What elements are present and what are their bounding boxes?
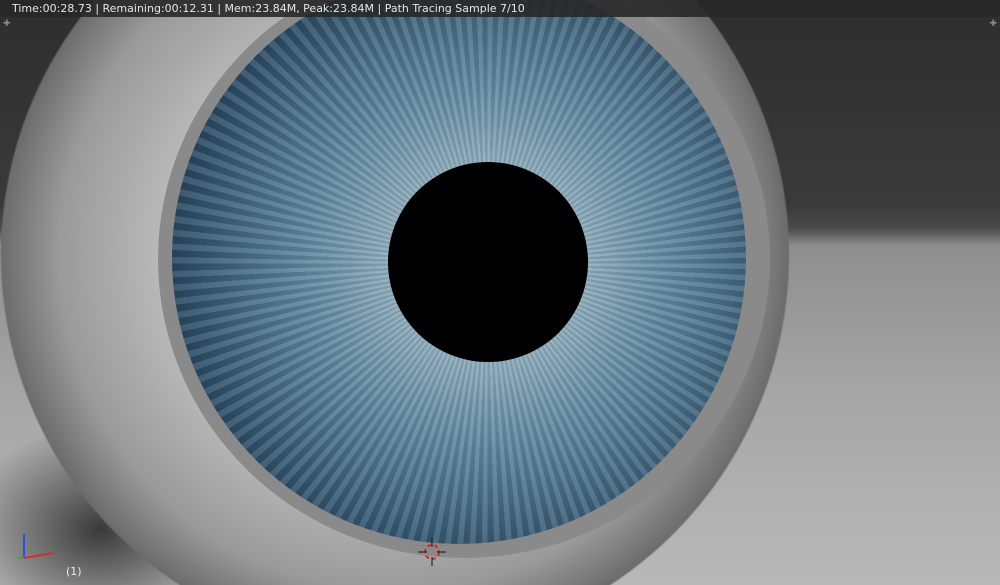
eye-pupil xyxy=(388,162,588,362)
viewport-header: Time:00:28.73 | Remaining:00:12.31 | Mem… xyxy=(0,0,1000,17)
plus-icon[interactable]: ✚ xyxy=(3,19,11,29)
3d-cursor-icon[interactable] xyxy=(418,538,446,566)
axis-gizmo-icon xyxy=(18,534,55,559)
plus-icon[interactable]: ✚ xyxy=(989,19,997,29)
3d-viewport[interactable]: (1) Time:00:28.73 | Remaining:00:12.31 |… xyxy=(0,0,1000,585)
frame-number: (1) xyxy=(66,565,82,578)
render-stats: Time:00:28.73 | Remaining:00:12.31 | Mem… xyxy=(12,2,525,15)
